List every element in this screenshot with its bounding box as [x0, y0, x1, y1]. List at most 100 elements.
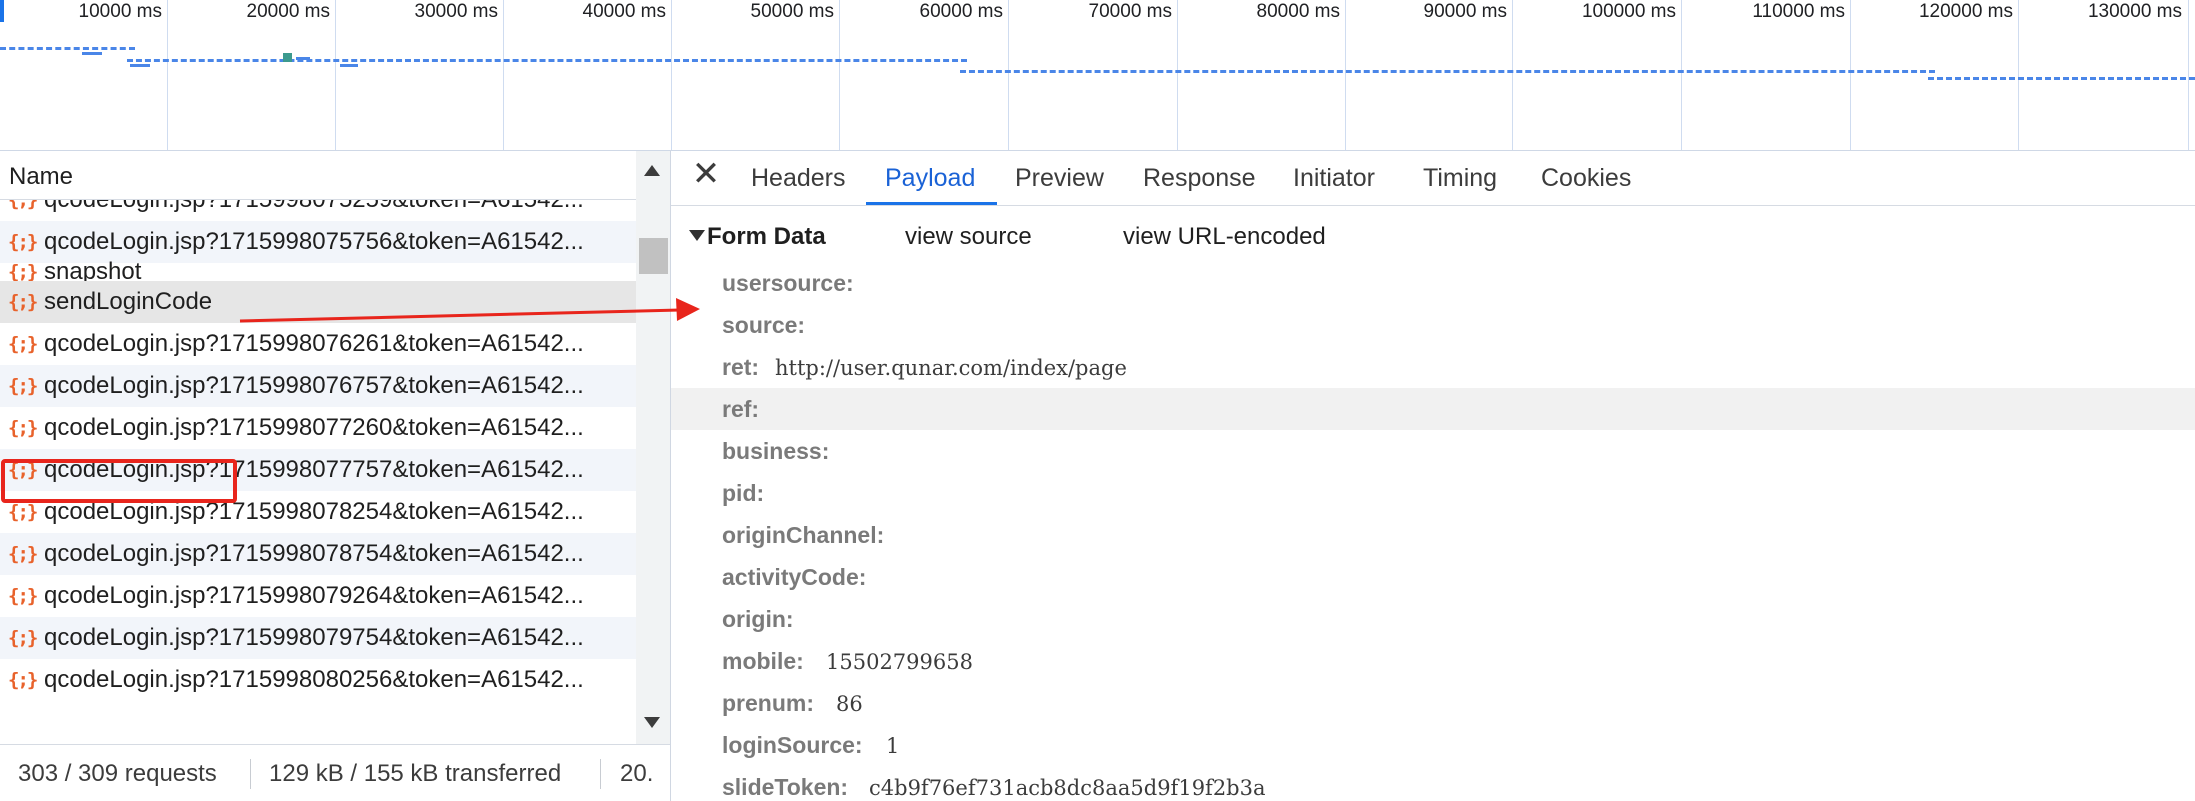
xhr-icon: {;} — [8, 291, 38, 313]
field-key: business: — [722, 438, 830, 464]
timeline-overview[interactable]: 10000 ms 20000 ms 30000 ms 40000 ms 5000… — [0, 0, 2195, 151]
request-row[interactable]: {;} qcodeLogin.jsp?1715998078754&token=A… — [0, 533, 636, 575]
tick-label: 90000 ms — [1423, 1, 1507, 22]
divider — [250, 759, 251, 789]
timeline-request-bar — [296, 57, 310, 60]
form-field-row: usersource: — [671, 262, 2195, 304]
tick-gridline — [503, 0, 504, 150]
tick-gridline — [167, 0, 168, 150]
form-data-title: Form Data — [707, 223, 826, 250]
tick-label: 130000 ms — [2087, 1, 2182, 22]
tick-label: 40000 ms — [582, 1, 666, 22]
field-value: 86 — [836, 692, 863, 716]
tab-headers[interactable]: Headers — [751, 164, 846, 193]
request-row[interactable]: {;} qcodeLogin.jsp?1715998077260&token=A… — [0, 407, 636, 449]
request-name: qcodeLogin.jsp?1715998078754&token=A6154… — [44, 540, 584, 567]
tab-preview[interactable]: Preview — [1015, 164, 1104, 193]
tick-gridline — [335, 0, 336, 150]
xhr-icon: {;} — [8, 375, 38, 397]
form-field-row: source: — [671, 304, 2195, 346]
timeline-event-marker — [283, 53, 292, 62]
form-field-row: business: — [671, 430, 2195, 472]
field-key: originChannel: — [722, 522, 885, 548]
field-key: loginSource: — [722, 732, 863, 758]
timeline-request-bar — [127, 59, 967, 65]
request-row[interactable]: {;} qcodeLogin.jsp?1715998079754&token=A… — [0, 617, 636, 659]
request-row-selected[interactable]: {;} sendLoginCode — [0, 281, 636, 323]
request-name: qcodeLogin.jsp?1715998076757&token=A6154… — [44, 372, 584, 399]
divider — [600, 759, 601, 789]
tab-timing[interactable]: Timing — [1423, 164, 1497, 193]
form-field-row: ret: http://user.qunar.com/index/page — [671, 346, 2195, 388]
form-field-row: prenum: 86 — [671, 682, 2195, 724]
form-field-row: mobile: 15502799658 — [671, 640, 2195, 682]
form-field-row: slideToken: c4b9f76ef731acb8dc8aa5d9f19f… — [671, 766, 2195, 801]
form-field-row: originChannel: — [671, 514, 2195, 556]
form-field-row: loginSource: 1 — [671, 724, 2195, 766]
request-row[interactable]: {;} qcodeLogin.jsp?1715998076757&token=A… — [0, 365, 636, 407]
tick-gridline — [839, 0, 840, 150]
xhr-icon: {;} — [8, 417, 38, 439]
request-row[interactable]: {;} qcodeLogin.jsp?1715998080256&token=A… — [0, 659, 636, 701]
tick-label: 110000 ms — [1752, 1, 1845, 22]
tick-label: 30000 ms — [414, 1, 498, 22]
name-column-header[interactable]: Name — [0, 151, 636, 200]
tab-response[interactable]: Response — [1143, 164, 1256, 193]
request-name: qcodeLogin.jsp?1715998076261&token=A6154… — [44, 330, 584, 357]
timeline-request-bar — [960, 70, 1935, 76]
xhr-icon: {;} — [8, 669, 38, 691]
form-field-row: pid: — [671, 472, 2195, 514]
timeline-cursor[interactable] — [0, 0, 4, 22]
timeline-request-bar — [0, 47, 135, 53]
tick-gridline — [671, 0, 672, 150]
field-value: 1 — [886, 734, 900, 758]
detail-tabbar: ✕ Headers Payload Preview Response Initi… — [671, 151, 2195, 206]
field-value: http://user.qunar.com/index/page — [775, 356, 1127, 380]
xhr-icon: {;} — [8, 543, 38, 565]
request-count: 303 / 309 requests — [18, 760, 217, 787]
xhr-icon: {;} — [8, 585, 38, 607]
tab-initiator[interactable]: Initiator — [1293, 164, 1375, 193]
tick-gridline — [2018, 0, 2019, 150]
request-row[interactable]: {;} qcodeLogin.jsp?1715998079264&token=A… — [0, 575, 636, 617]
tick-label: 120000 ms — [1918, 1, 2013, 22]
tick-label: 70000 ms — [1088, 1, 1172, 22]
view-source-link[interactable]: view source — [905, 223, 1032, 251]
timeline-request-bar — [1928, 77, 2195, 83]
timeline-request-bar — [130, 64, 150, 67]
field-key: mobile: — [722, 648, 804, 674]
field-key: ret: — [722, 354, 760, 380]
tick-label: 100000 ms — [1581, 1, 1676, 22]
form-data-section-toggle[interactable]: Form Data — [689, 223, 826, 251]
request-name: qcodeLogin.jsp?1715998080256&token=A6154… — [44, 666, 584, 693]
form-field-row: origin: — [671, 598, 2195, 640]
field-value: 15502799658 — [826, 650, 973, 674]
active-tab-indicator — [866, 202, 997, 205]
field-key: origin: — [722, 606, 794, 632]
tab-cookies[interactable]: Cookies — [1541, 164, 1631, 193]
request-row[interactable]: {;} qcodeLogin.jsp?1715998076261&token=A… — [0, 323, 636, 365]
view-url-encoded-link[interactable]: view URL-encoded — [1123, 223, 1326, 251]
tick-label: 10000 ms — [78, 1, 162, 22]
tick-label: 80000 ms — [1256, 1, 1340, 22]
xhr-icon: {;} — [8, 627, 38, 649]
field-key: source: — [722, 312, 806, 338]
scroll-up-icon[interactable] — [644, 165, 660, 176]
request-list-scrollbar[interactable] — [636, 151, 670, 744]
request-detail-pane: ✕ Headers Payload Preview Response Initi… — [671, 151, 2195, 801]
name-column-label: Name — [9, 163, 74, 190]
transferred-size: 129 kB / 155 kB transferred — [269, 760, 562, 787]
field-key: ref: — [722, 396, 760, 422]
tick-gridline — [2188, 0, 2189, 150]
xhr-icon: {;} — [8, 333, 38, 355]
network-status-bar: 303 / 309 requests 129 kB / 155 kB trans… — [0, 744, 670, 801]
scroll-down-icon[interactable] — [644, 717, 660, 728]
request-row[interactable]: {;} qcodeLogin.jsp?1715998075259&token=A… — [0, 200, 636, 221]
status-extra: 20. — [620, 760, 654, 787]
scrollbar-thumb[interactable] — [639, 238, 668, 274]
close-icon[interactable]: ✕ — [691, 157, 721, 191]
timeline-request-bar — [340, 64, 358, 67]
field-key: usersource: — [722, 270, 854, 296]
field-key: slideToken: — [722, 774, 849, 800]
tab-payload[interactable]: Payload — [885, 164, 975, 193]
